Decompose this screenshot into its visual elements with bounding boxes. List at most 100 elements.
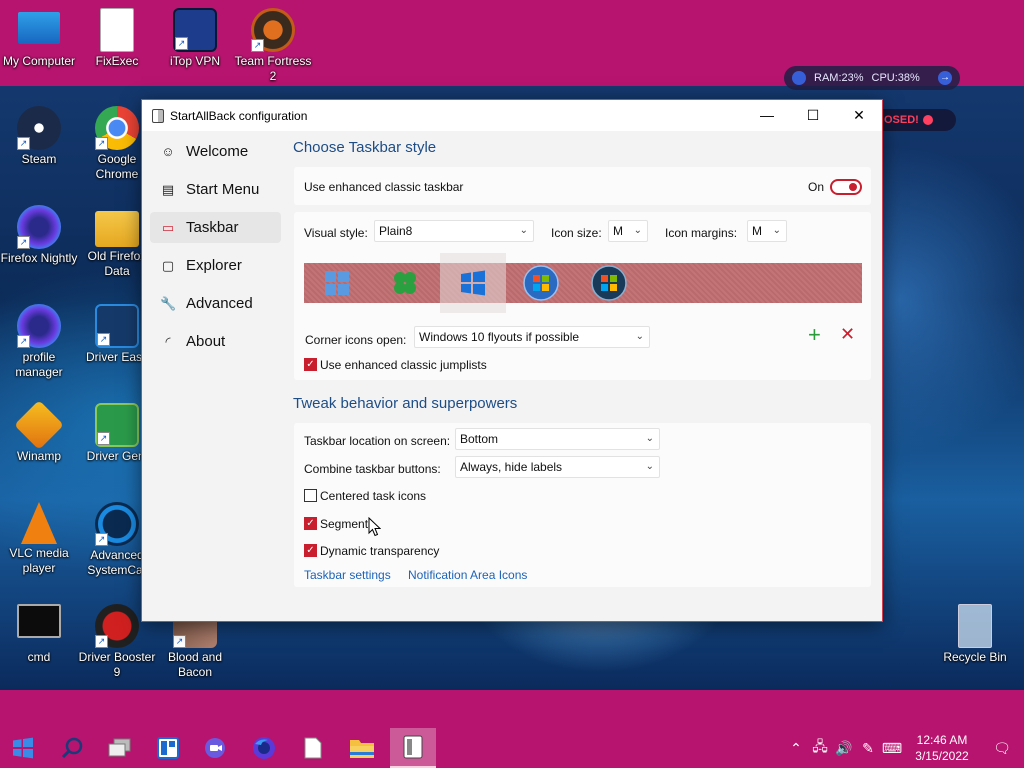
ram-readout: RAM:23% — [814, 72, 864, 84]
icon-label: Steam — [21, 152, 57, 166]
file-button[interactable] — [290, 728, 336, 768]
shortcut-arrow-icon: ↗ — [173, 635, 186, 648]
shortcut-arrow-icon: ↗ — [175, 37, 188, 50]
location-select[interactable]: Bottom ⌄ — [455, 428, 660, 450]
gauge-icon: ◜ — [165, 333, 171, 349]
icon-size-select[interactable]: M ⌄ — [608, 220, 648, 242]
desktop-icon-my-computer[interactable]: My Computer — [0, 8, 78, 69]
chevron-down-icon: ⌄ — [519, 225, 528, 236]
segments-checkbox[interactable]: ✓ — [304, 517, 317, 530]
taskbar: ⌃ 🖧 🔊 ✎ ⌨ 12:46 AM 3/15/2022 🗨 — [0, 728, 1024, 768]
chat-button[interactable] — [193, 728, 239, 768]
icon-margins-value: M — [752, 224, 762, 238]
chat-icon — [205, 738, 225, 758]
arrow-right-icon[interactable]: → — [938, 71, 952, 85]
icon-label: Team Fortress 2 — [234, 54, 312, 83]
style-option-vista-orb[interactable] — [576, 263, 642, 303]
system-monitor-widget[interactable]: RAM:23% CPU:38% → — [784, 66, 960, 90]
desktop-icon-steam[interactable]: ↗ Steam — [0, 106, 78, 167]
widgets-button[interactable] — [145, 728, 191, 768]
shortcut-arrow-icon: ↗ — [95, 137, 108, 150]
tweak-card: Taskbar location on screen: Bottom ⌄ Comb… — [294, 423, 871, 587]
style-option-win7-orb[interactable] — [508, 263, 574, 303]
nav-label: Explorer — [186, 257, 242, 274]
section-title-tweak: Tweak behavior and superpowers — [293, 395, 518, 412]
search-icon — [61, 737, 83, 759]
toggle-knob — [849, 183, 857, 191]
firefox-button[interactable] — [241, 728, 287, 768]
clock[interactable]: 12:46 AM 3/15/2022 — [904, 732, 980, 764]
dynamic-transparency-checkbox[interactable]: ✓ — [304, 544, 317, 557]
enhanced-taskbar-toggle[interactable] — [830, 179, 862, 195]
icon-label: cmd — [27, 650, 51, 664]
sidebar: ☺ Welcome ▤ Start Menu ▭ Taskbar ▢ Explorer … — [142, 131, 287, 621]
start-button[interactable] — [0, 728, 46, 768]
firefox-nightly-logo-icon: ↗ — [17, 304, 61, 348]
desktop-icon-fixexec[interactable]: FixExec — [78, 8, 156, 69]
desktop-icon-team-fortress[interactable]: ↗ Team Fortress 2 — [234, 8, 312, 84]
search-button[interactable] — [49, 728, 95, 768]
pen-icon[interactable]: ✎ — [856, 740, 880, 757]
title-bar[interactable]: StartAllBack configuration — ☐ ✕ — [142, 100, 882, 131]
desktop-icon-firefox-nightly[interactable]: ↗ Firefox Nightly — [0, 205, 78, 266]
keyboard-icon[interactable]: ⌨ — [880, 740, 904, 757]
volume-icon[interactable]: 🔊 — [832, 740, 856, 757]
desktop-icon-winamp[interactable]: Winamp — [0, 400, 78, 464]
nav-welcome[interactable]: ☺ Welcome — [150, 136, 281, 167]
minimize-button[interactable]: — — [744, 100, 790, 131]
taskbar-style-card: Visual style: Plain8 ⌄ Icon size: M ⌄ Icon… — [294, 212, 871, 380]
icon-label: VLC media player — [9, 546, 69, 575]
task-view-button[interactable] — [97, 728, 143, 768]
circuit-board-icon: ↗ — [95, 403, 139, 447]
chevron-down-icon: ⌄ — [633, 225, 642, 236]
icon-margins-label: Icon margins: — [665, 226, 738, 240]
shortcut-arrow-icon: ↗ — [95, 533, 108, 546]
windows-tiles-icon — [325, 271, 349, 295]
style-option-win10-logo[interactable] — [440, 253, 506, 313]
corner-icons-select[interactable]: Windows 10 flyouts if possible ⌄ — [414, 326, 650, 348]
centered-icons-label: Centered task icons — [320, 489, 427, 503]
desktop-icon-itop-vpn[interactable]: ↗ iTop VPN — [156, 8, 234, 69]
maximize-button[interactable]: ☐ — [790, 100, 836, 131]
style-option-clover[interactable] — [372, 263, 438, 303]
desktop-icon-recycle-bin[interactable]: Recycle Bin — [936, 604, 1014, 665]
explorer-icon: ▢ — [161, 257, 175, 273]
desktop-icon-vlc[interactable]: VLC media player — [0, 502, 78, 576]
jumplists-checkbox[interactable]: ✓ — [304, 358, 317, 371]
taskbar-settings-link[interactable]: Taskbar settings — [304, 568, 391, 582]
nav-advanced[interactable]: 🔧 Advanced — [150, 288, 281, 319]
section-title-taskbar-style: Choose Taskbar style — [293, 139, 437, 156]
file-explorer-button[interactable] — [339, 728, 385, 768]
icon-margins-select[interactable]: M ⌄ — [747, 220, 787, 242]
nav-start-menu[interactable]: ▤ Start Menu — [150, 174, 281, 205]
nav-taskbar[interactable]: ▭ Taskbar — [150, 212, 281, 243]
add-icon[interactable]: + — [808, 322, 821, 348]
start-menu-icon: ▤ — [161, 181, 175, 197]
notification-icon[interactable]: 🗨 — [980, 740, 1024, 757]
desktop-icon-profile-manager[interactable]: ↗ profile manager — [0, 304, 78, 380]
nav-label: About — [186, 333, 226, 350]
visual-style-label: Visual style: — [304, 226, 368, 240]
notification-area-icons-link[interactable]: Notification Area Icons — [408, 568, 527, 582]
corner-icons-label: Corner icons open: — [305, 333, 407, 347]
icon-size-value: M — [613, 224, 623, 238]
network-icon[interactable]: 🖧 — [808, 736, 832, 760]
enhanced-taskbar-card: Use enhanced classic taskbar On — [294, 167, 871, 205]
close-button[interactable]: ✕ — [836, 100, 882, 131]
jumplists-label: Use enhanced classic jumplists — [320, 358, 487, 372]
cpu-readout: CPU:38% — [871, 72, 920, 84]
startallback-button[interactable] — [390, 728, 436, 768]
chevron-up-icon[interactable]: ⌃ — [784, 740, 808, 757]
clock-time: 12:46 AM — [916, 733, 968, 747]
combine-select[interactable]: Always, hide labels ⌄ — [455, 456, 660, 478]
style-option-win10-tiles[interactable] — [304, 263, 370, 303]
nav-explorer[interactable]: ▢ Explorer — [150, 250, 281, 281]
systemcare-logo-icon: ↗ — [95, 502, 139, 546]
nav-about[interactable]: ◜ About — [150, 326, 281, 357]
centered-icons-checkbox[interactable] — [304, 489, 317, 502]
content-pane: Choose Taskbar style Use enhanced classi… — [288, 131, 882, 621]
visual-style-select[interactable]: Plain8 ⌄ — [374, 220, 534, 242]
file-icon — [304, 737, 322, 759]
remove-icon[interactable]: ✕ — [840, 324, 855, 345]
desktop-icon-cmd[interactable]: cmd — [0, 604, 78, 665]
